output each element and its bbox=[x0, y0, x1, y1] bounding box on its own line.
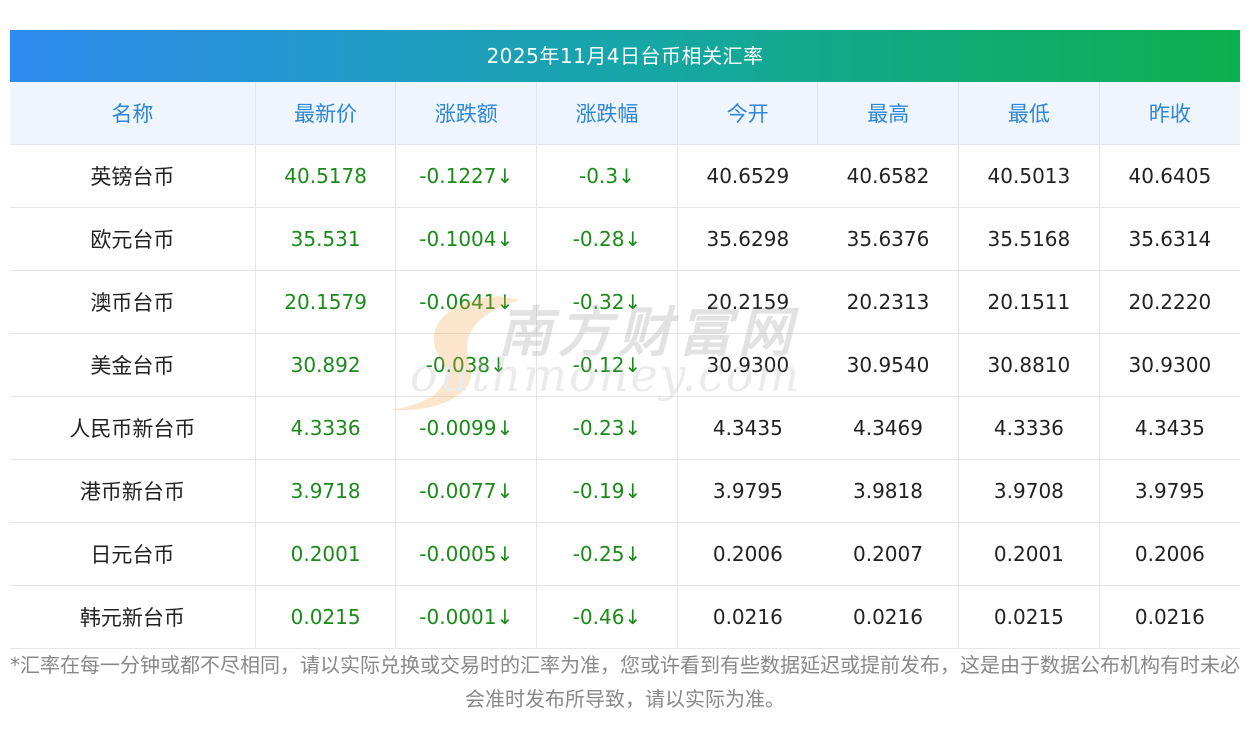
cell-latest: 40.5178 bbox=[255, 144, 397, 208]
cell-latest: 30.892 bbox=[255, 333, 397, 397]
column-header-change-pct: 涨跌幅 bbox=[536, 82, 678, 145]
table-title: 2025年11月4日台币相关汇率 bbox=[10, 30, 1240, 82]
cell-change-pct: -0.12↓ bbox=[536, 333, 678, 397]
cell-prev-close: 20.2220 bbox=[1099, 270, 1240, 334]
cell-high: 40.6582 bbox=[817, 144, 960, 208]
cell-change: -0.0099↓ bbox=[395, 396, 538, 460]
cell-open: 4.3435 bbox=[677, 396, 818, 460]
cell-change-pct: -0.23↓ bbox=[536, 396, 678, 460]
cell-name: 美金台币 bbox=[10, 333, 256, 397]
column-header-open: 今开 bbox=[677, 82, 819, 145]
cell-latest: 20.1579 bbox=[255, 270, 397, 334]
cell-low: 4.3336 bbox=[958, 396, 1100, 460]
cell-change-pct: -0.25↓ bbox=[536, 522, 678, 586]
column-header-high: 最高 bbox=[817, 82, 960, 145]
cell-low: 20.1511 bbox=[958, 270, 1100, 334]
table-row: 港币新台币 3.9718 -0.0077↓ -0.19↓ 3.9795 3.9818 3.9… bbox=[10, 459, 1240, 523]
cell-open: 30.9300 bbox=[677, 333, 818, 397]
cell-prev-close: 0.0216 bbox=[1099, 585, 1240, 649]
cell-change: -0.1227↓ bbox=[395, 144, 538, 208]
cell-prev-close: 3.9795 bbox=[1099, 459, 1240, 523]
column-header-latest: 最新价 bbox=[255, 82, 397, 145]
cell-prev-close: 30.9300 bbox=[1099, 333, 1240, 397]
cell-name: 澳币台币 bbox=[10, 270, 256, 334]
cell-change-pct: -0.3↓ bbox=[536, 144, 678, 208]
cell-change-pct: -0.28↓ bbox=[536, 207, 678, 271]
cell-open: 35.6298 bbox=[677, 207, 818, 271]
column-header-low: 最低 bbox=[958, 82, 1100, 145]
cell-low: 3.9708 bbox=[958, 459, 1100, 523]
cell-change-pct: -0.46↓ bbox=[536, 585, 678, 649]
exchange-rate-table: 名称 最新价 涨跌额 涨跌幅 今开 最高 最低 昨收 英镑台币 40.5178 -0… bbox=[10, 82, 1240, 649]
cell-latest: 4.3336 bbox=[255, 396, 397, 460]
column-header-prev-close: 昨收 bbox=[1099, 82, 1240, 145]
cell-low: 40.5013 bbox=[958, 144, 1100, 208]
cell-change-pct: -0.19↓ bbox=[536, 459, 678, 523]
cell-high: 0.0216 bbox=[817, 585, 960, 649]
cell-name: 日元台币 bbox=[10, 522, 256, 586]
column-header-change: 涨跌额 bbox=[395, 82, 538, 145]
cell-prev-close: 40.6405 bbox=[1099, 144, 1240, 208]
column-header-name: 名称 bbox=[10, 82, 256, 145]
table-row: 澳币台币 20.1579 -0.0641↓ -0.32↓ 20.2159 20.2313 2… bbox=[10, 270, 1240, 334]
cell-open: 0.0216 bbox=[677, 585, 818, 649]
cell-high: 3.9818 bbox=[817, 459, 960, 523]
cell-latest: 0.2001 bbox=[255, 522, 397, 586]
cell-prev-close: 0.2006 bbox=[1099, 522, 1240, 586]
cell-change-pct: -0.32↓ bbox=[536, 270, 678, 334]
table-row: 欧元台币 35.531 -0.1004↓ -0.28↓ 35.6298 35.6376 35… bbox=[10, 207, 1240, 271]
cell-change: -0.0077↓ bbox=[395, 459, 538, 523]
cell-prev-close: 35.6314 bbox=[1099, 207, 1240, 271]
cell-prev-close: 4.3435 bbox=[1099, 396, 1240, 460]
cell-change: -0.0005↓ bbox=[395, 522, 538, 586]
cell-change: -0.0641↓ bbox=[395, 270, 538, 334]
cell-latest: 35.531 bbox=[255, 207, 397, 271]
cell-open: 3.9795 bbox=[677, 459, 818, 523]
cell-open: 20.2159 bbox=[677, 270, 818, 334]
table-row: 人民币新台币 4.3336 -0.0099↓ -0.23↓ 4.3435 4.3469 4.… bbox=[10, 396, 1240, 460]
cell-low: 0.0215 bbox=[958, 585, 1100, 649]
cell-name: 人民币新台币 bbox=[10, 396, 256, 460]
table-row: 日元台币 0.2001 -0.0005↓ -0.25↓ 0.2006 0.2007 0.20… bbox=[10, 522, 1240, 586]
exchange-rate-card: 2025年11月4日台币相关汇率 名称 最新价 涨跌额 涨跌幅 今开 最高 最低… bbox=[10, 30, 1240, 649]
cell-name: 韩元新台币 bbox=[10, 585, 256, 649]
cell-high: 30.9540 bbox=[817, 333, 960, 397]
cell-name: 欧元台币 bbox=[10, 207, 256, 271]
cell-high: 20.2313 bbox=[817, 270, 960, 334]
table-row: 韩元新台币 0.0215 -0.0001↓ -0.46↓ 0.0216 0.0216 0.0… bbox=[10, 585, 1240, 649]
cell-low: 35.5168 bbox=[958, 207, 1100, 271]
table-body: 英镑台币 40.5178 -0.1227↓ -0.3↓ 40.6529 40.6582 40… bbox=[10, 144, 1240, 649]
cell-latest: 3.9718 bbox=[255, 459, 397, 523]
cell-open: 0.2006 bbox=[677, 522, 818, 586]
table-row: 美金台币 30.892 -0.038↓ -0.12↓ 30.9300 30.9540 30.… bbox=[10, 333, 1240, 397]
table-row: 英镑台币 40.5178 -0.1227↓ -0.3↓ 40.6529 40.6582 40… bbox=[10, 144, 1240, 208]
cell-low: 30.8810 bbox=[958, 333, 1100, 397]
disclaimer-footnote: *汇率在每一分钟或都不尽相同，请以实际兑换或交易时的汇率为准，您或许看到有些数据… bbox=[10, 653, 1240, 711]
cell-low: 0.2001 bbox=[958, 522, 1100, 586]
cell-high: 4.3469 bbox=[817, 396, 960, 460]
cell-latest: 0.0215 bbox=[255, 585, 397, 649]
cell-change: -0.1004↓ bbox=[395, 207, 538, 271]
cell-change: -0.0001↓ bbox=[395, 585, 538, 649]
cell-open: 40.6529 bbox=[677, 144, 818, 208]
cell-high: 35.6376 bbox=[817, 207, 960, 271]
cell-high: 0.2007 bbox=[817, 522, 960, 586]
cell-name: 英镑台币 bbox=[10, 144, 256, 208]
header-row: 名称 最新价 涨跌额 涨跌幅 今开 最高 最低 昨收 bbox=[10, 82, 1240, 145]
cell-change: -0.038↓ bbox=[395, 333, 538, 397]
cell-name: 港币新台币 bbox=[10, 459, 256, 523]
